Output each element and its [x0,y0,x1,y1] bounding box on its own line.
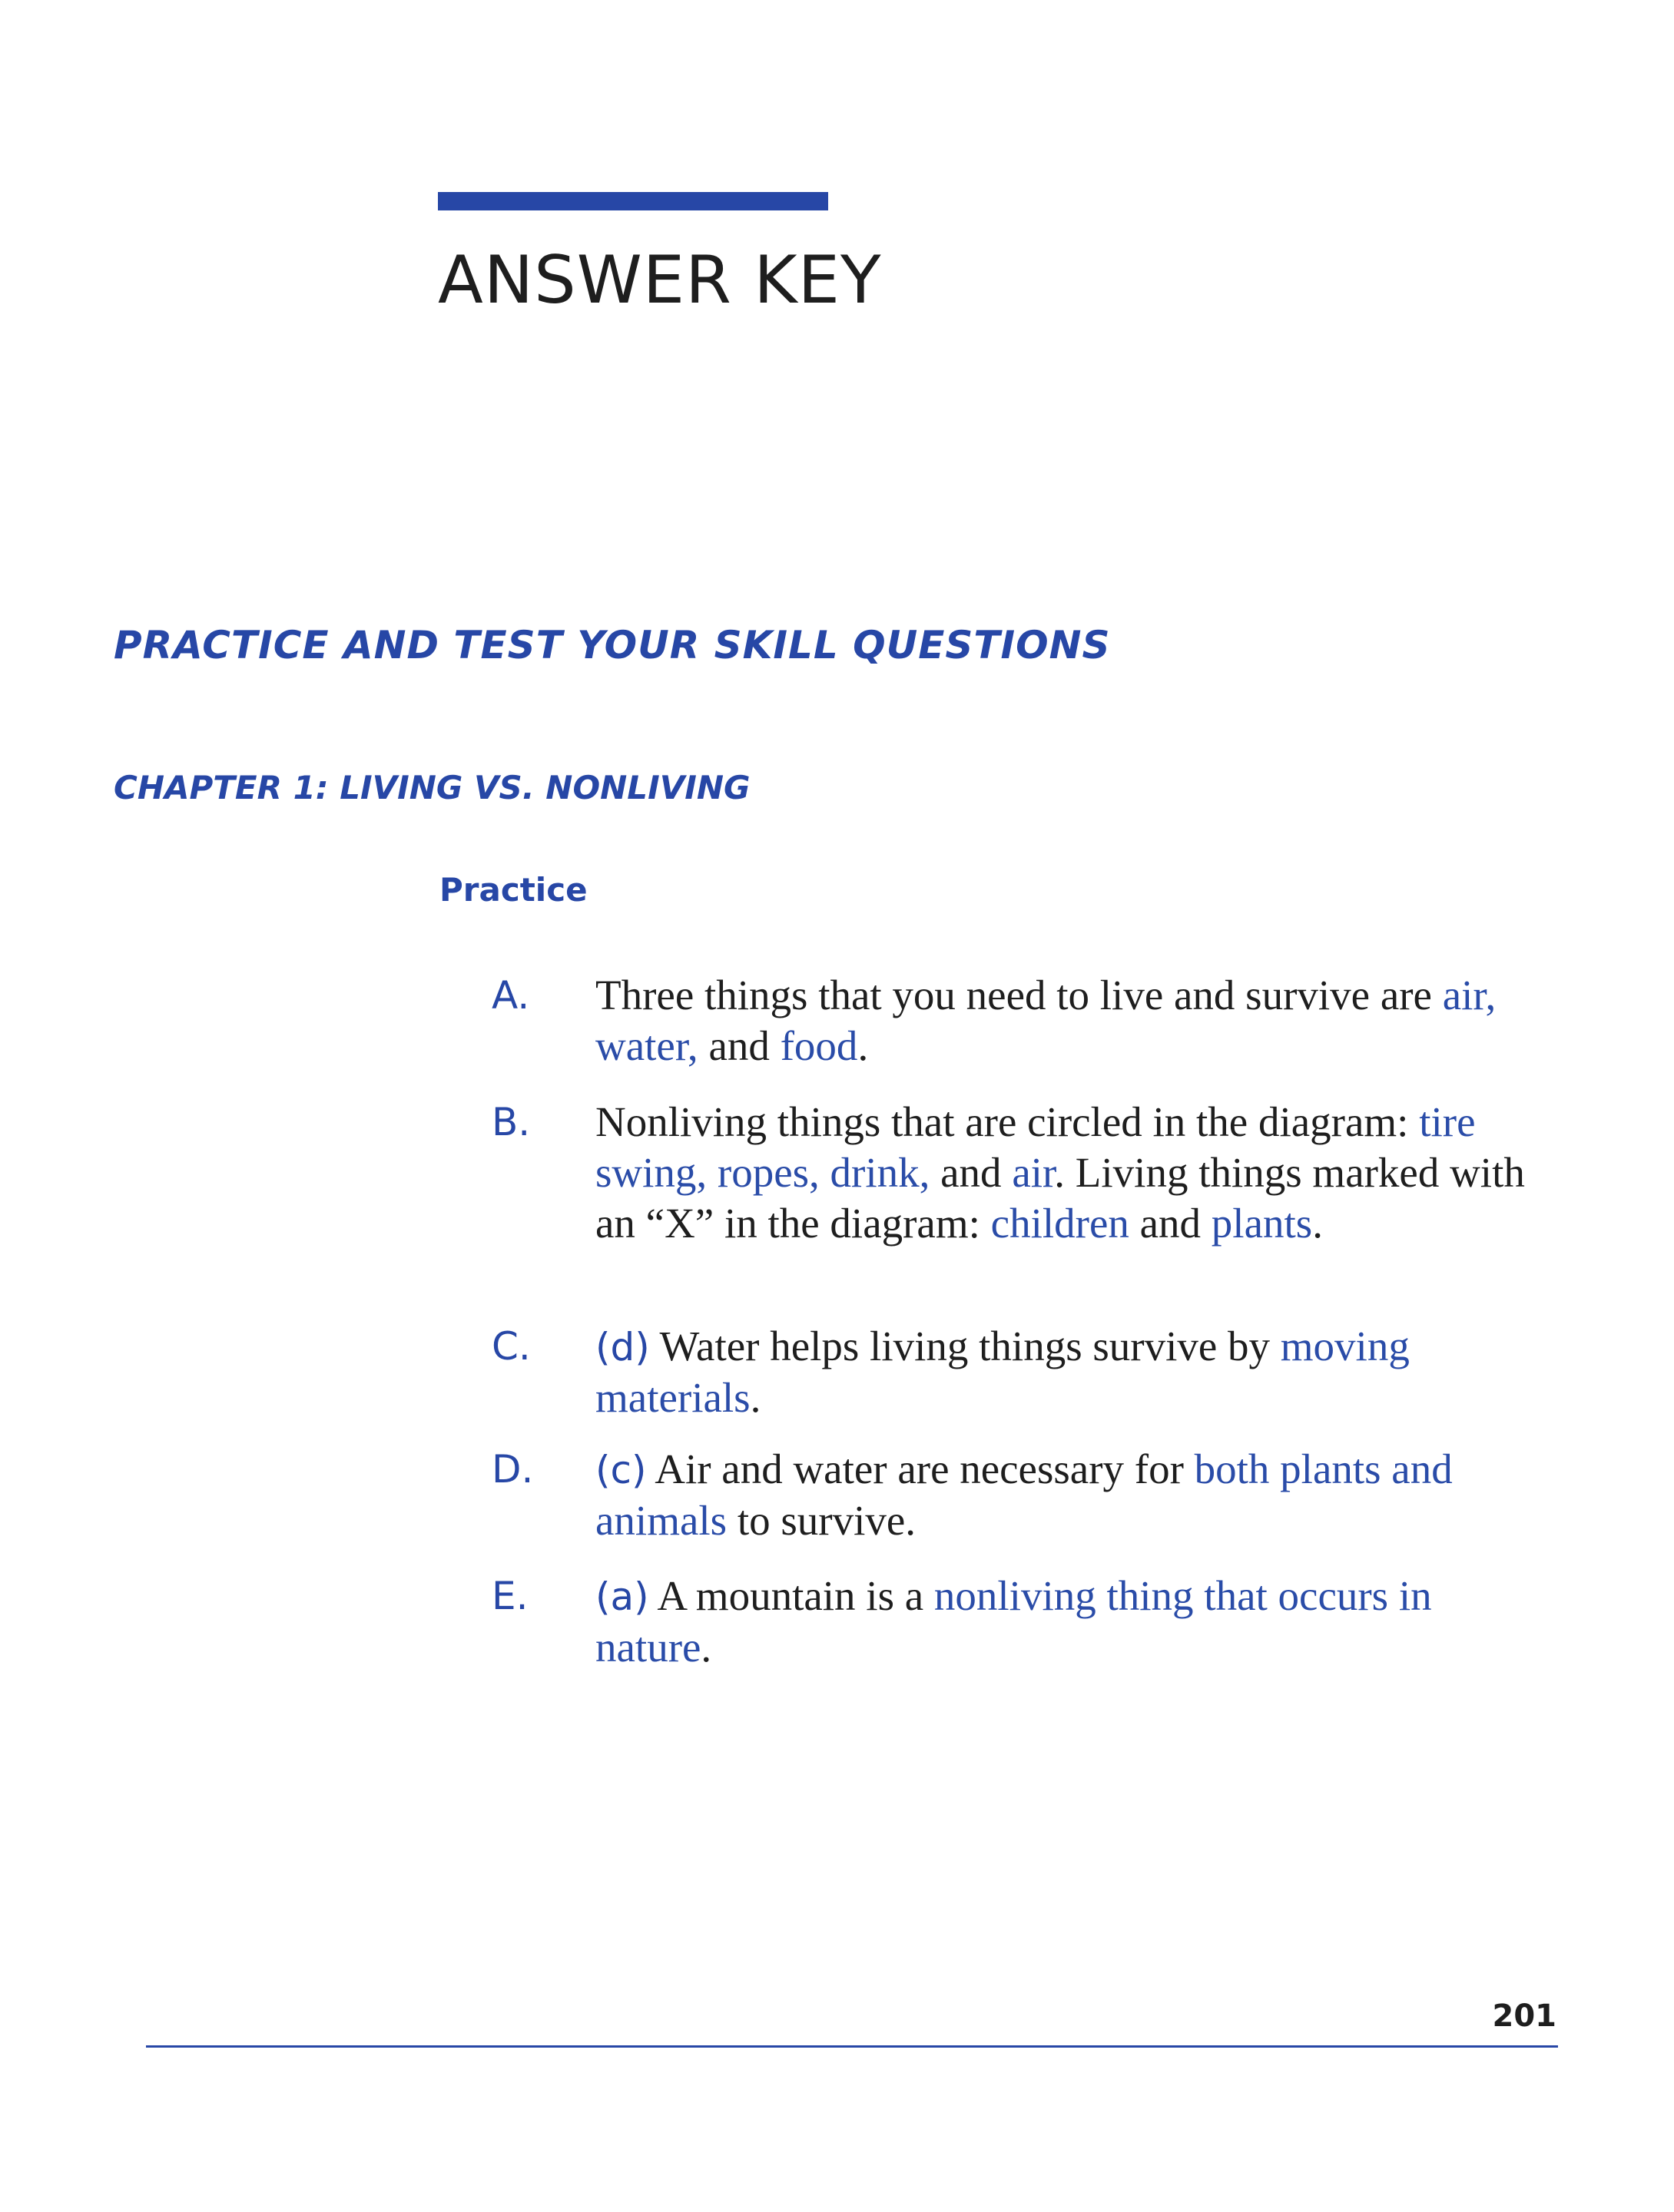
answer-item-c: C. (d) Water helps living things survive… [492,1321,1536,1423]
item-text-part: Three things that you need to live and s… [595,972,1443,1018]
answer-highlight: children [990,1200,1129,1247]
subsection-heading: Practice [439,871,588,909]
choice-label: (d) [595,1325,650,1369]
item-text: Nonliving things that are circled in the… [595,1097,1536,1249]
item-letter: C. [492,1324,531,1369]
item-text-part: A mountain is a [648,1572,934,1619]
answer-highlight: food [780,1022,858,1069]
answer-item-a: A. Three things that you need to live an… [492,970,1536,1071]
item-letter: E. [492,1574,529,1618]
item-text-part: . [701,1624,712,1671]
answer-highlight: air [1012,1149,1055,1196]
page-number: 201 [1492,1998,1557,2034]
page-title: ANSWER KEY [438,242,882,319]
answer-item-b: B. Nonliving things that are circled in … [492,1097,1536,1249]
item-text-part: Water helps living things survive by [649,1323,1281,1369]
item-text: (d) Water helps living things survive by… [595,1321,1536,1423]
item-text-part: Air and water are necessary for [646,1445,1195,1492]
item-text-part: . [750,1374,761,1421]
item-text-part: to survive. [727,1497,917,1544]
answer-item-e: E. (a) A mountain is a nonliving thing t… [492,1571,1536,1673]
item-text-part: and [698,1022,781,1069]
item-letter: D. [492,1447,534,1492]
item-text: (a) A mountain is a nonliving thing that… [595,1571,1536,1673]
choice-label: (c) [595,1448,647,1492]
item-text-part: . [857,1022,869,1069]
item-text: Three things that you need to live and s… [595,970,1536,1071]
item-text-part: and [1129,1200,1212,1247]
item-letter: A. [492,973,530,1018]
chapter-heading: CHAPTER 1: LIVING VS. NONLIVING [114,769,751,806]
item-text: (c) Air and water are necessary for both… [595,1444,1536,1546]
choice-label: (a) [595,1575,649,1619]
section-heading: PRACTICE AND TEST YOUR SKILL QUESTIONS [114,623,1111,667]
item-text-part: Nonliving things that are circled in the… [595,1098,1420,1145]
footer-rule [146,2045,1558,2048]
answer-highlight: plants [1211,1200,1313,1247]
item-text-part: . [1312,1200,1323,1247]
item-text-part: and [930,1149,1013,1196]
item-letter: B. [492,1100,531,1144]
title-bar-decoration [438,192,828,210]
answer-item-d: D. (c) Air and water are necessary for b… [492,1444,1536,1546]
